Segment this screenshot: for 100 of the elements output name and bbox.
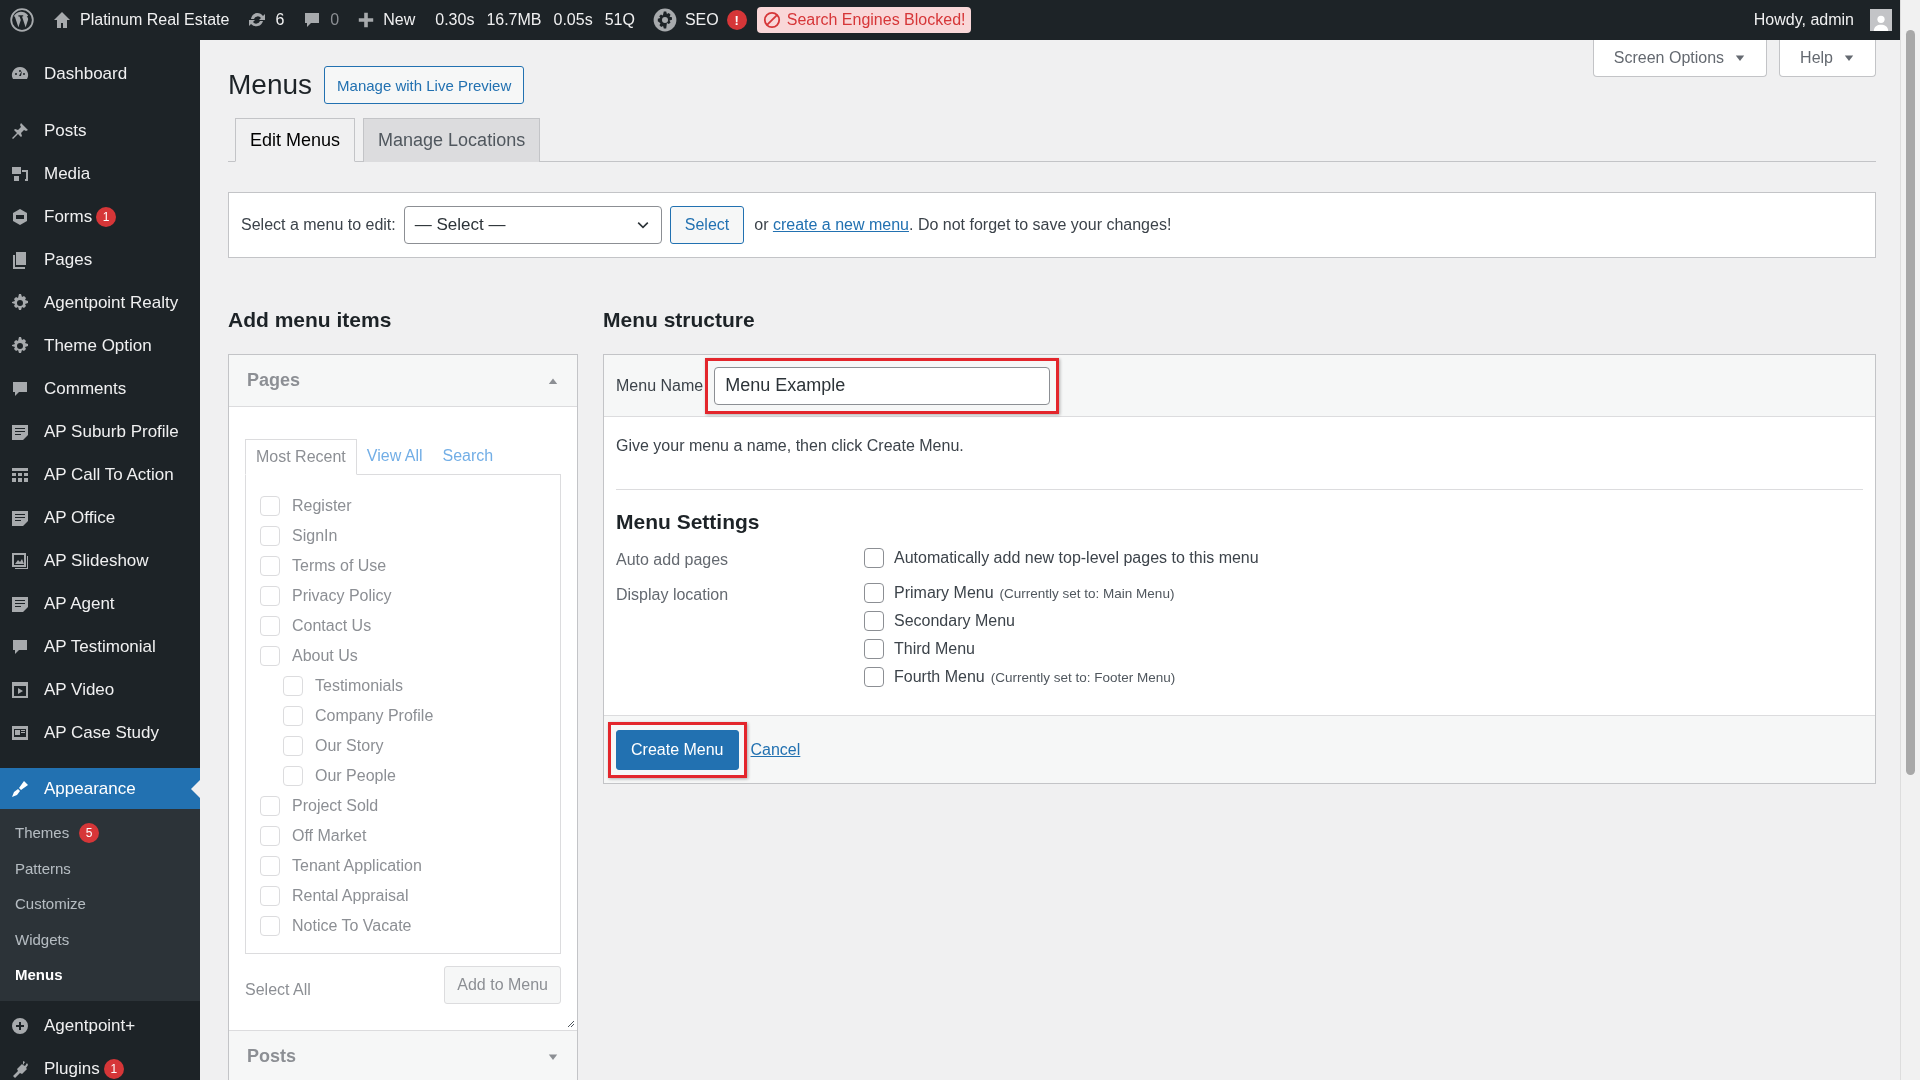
- sidebar-item[interactable]: AP Office: [0, 496, 200, 539]
- sidebar-item[interactable]: AP Agent: [0, 582, 200, 625]
- submenu-item[interactable]: Menus: [0, 957, 200, 993]
- sidebar-item[interactable]: Posts: [0, 109, 200, 152]
- submenu-item[interactable]: Widgets: [0, 921, 200, 957]
- section-heading: Add menu items: [228, 308, 393, 333]
- page-option: Privacy Policy: [292, 587, 392, 605]
- sidebar-item[interactable]: Comments: [0, 367, 200, 410]
- page-option: Rental Appraisal: [292, 887, 409, 905]
- page-option: Tenant Application: [292, 857, 422, 875]
- option-note: (Currently set to: Main Menu): [999, 585, 1175, 601]
- sidebar-item[interactable]: Pages: [0, 238, 200, 281]
- menu-name-field[interactable]: Menu Example: [714, 366, 1051, 405]
- create-menu-link[interactable]: create a new menu: [772, 216, 909, 233]
- sidebar-item[interactable]: Agentpoint Realty: [0, 281, 200, 324]
- page-option: Terms of Use: [292, 557, 387, 575]
- account-link[interactable]: Howdy, admin: [1753, 9, 1892, 31]
- query-stat: 0.05s: [553, 11, 593, 29]
- site-name-link[interactable]: Platinum Real Estate: [52, 10, 230, 30]
- blocked-icon: [762, 11, 781, 29]
- settings-heading: Menu Settings: [616, 510, 761, 534]
- home-icon: [52, 10, 72, 30]
- sidebar-item[interactable]: AP Video: [0, 668, 200, 711]
- plus-icon: [357, 11, 376, 29]
- tab[interactable]: Edit Menus: [235, 118, 356, 162]
- sidebar-item[interactable]: Agentpoint+: [0, 1004, 200, 1048]
- select-button[interactable]: Select: [669, 206, 745, 244]
- count-badge: 1: [96, 206, 117, 227]
- checkbox[interactable]: [864, 639, 884, 659]
- comments-link[interactable]: 0: [302, 10, 340, 30]
- wordpress-logo-icon: [10, 8, 34, 32]
- plus-icon: [10, 1016, 30, 1036]
- gear-icon: [652, 8, 677, 32]
- scrollbar-thumb[interactable]: [1906, 30, 1915, 775]
- sidebar-item[interactable]: AP Testimonial: [0, 625, 200, 668]
- sidebar-item[interactable]: AP Suburb Profile: [0, 410, 200, 453]
- page-title: Menus: [228, 69, 313, 101]
- submenu-item[interactable]: Patterns: [0, 850, 200, 886]
- page-option: Our Story: [315, 737, 384, 755]
- tab[interactable]: Manage Locations: [363, 118, 541, 162]
- sidebar-item[interactable]: Media: [0, 152, 200, 195]
- submenu-item[interactable]: Themes 5: [0, 815, 200, 851]
- screen-tab-button[interactable]: Help: [1779, 40, 1876, 77]
- resize-handle-icon: [565, 1018, 575, 1028]
- sidebar-item[interactable]: Dashboard: [0, 52, 200, 95]
- page-option: Register: [292, 497, 352, 515]
- page-option: Contact Us: [292, 617, 372, 635]
- option-note: (Currently set to: Footer Menu): [990, 669, 1176, 685]
- checkbox[interactable]: [864, 667, 884, 687]
- query-stat: 16.7MB: [486, 11, 542, 29]
- page-option: Company Profile: [315, 707, 434, 725]
- sidebar-item[interactable]: AP Case Study: [0, 711, 200, 754]
- search-engines-blocked-notice[interactable]: Search Engines Blocked!: [756, 7, 972, 33]
- field-label: Menu Name: [616, 376, 704, 395]
- count-badge: 5: [79, 822, 100, 843]
- brush-icon: [10, 778, 30, 799]
- option-label: Primary Menu: [894, 584, 994, 602]
- count-badge: 1: [103, 1059, 124, 1079]
- page-option: Testimonials: [315, 677, 404, 695]
- instructions-text: Give your menu a name, then click Create Menu.: [616, 437, 965, 455]
- page-option: SignIn: [292, 527, 338, 545]
- option-label: Fourth Menu: [894, 668, 985, 686]
- gear-icon: [10, 292, 30, 313]
- screen-tab-button[interactable]: Screen Options: [1592, 40, 1768, 77]
- new-link[interactable]: New: [357, 11, 416, 29]
- setting-label: Auto add pages: [616, 550, 730, 569]
- menu-dropdown[interactable]: — Select —: [403, 206, 662, 244]
- option-label: Secondary Menu: [894, 612, 1015, 630]
- checkbox[interactable]: [864, 583, 884, 603]
- current-item-pointer: [191, 780, 200, 798]
- image-icon: [10, 550, 30, 571]
- sidebar-item[interactable]: Theme Option: [0, 324, 200, 367]
- page-option: Project Sold: [292, 797, 379, 815]
- submenu-item[interactable]: Customize: [0, 886, 200, 922]
- sidebar-item[interactable]: Forms 1: [0, 195, 200, 238]
- page-option: Off Market: [292, 827, 367, 845]
- sidebar-item[interactable]: Appearance: [0, 768, 200, 809]
- sidebar-item[interactable]: AP Slideshow: [0, 539, 200, 582]
- form-icon: [10, 206, 30, 227]
- query-stat: 0.30s: [435, 11, 475, 29]
- create-menu-button[interactable]: Create Menu: [616, 729, 739, 770]
- checkbox[interactable]: [864, 548, 884, 568]
- gear-icon: [10, 335, 30, 356]
- pin-icon: [10, 120, 30, 141]
- section-heading: Menu structure: [603, 308, 756, 333]
- alert-badge: !: [726, 10, 747, 30]
- option-label: Third Menu: [894, 640, 975, 658]
- sidebar-item[interactable]: Plugins 1: [0, 1047, 200, 1080]
- video-icon: [10, 679, 30, 700]
- option-label: Automatically add new top-level pages to this menu: [894, 549, 1259, 567]
- page-option: Notice To Vacate: [292, 917, 412, 935]
- seo-link[interactable]: SEO: [652, 8, 719, 32]
- page-option: About Us: [292, 647, 358, 665]
- cancel-link[interactable]: Cancel: [750, 740, 801, 759]
- sidebar-item[interactable]: AP Call To Action: [0, 453, 200, 496]
- select-hint: or create a new menu. Do not forget to save your changes!: [754, 216, 1172, 234]
- live-preview-button[interactable]: Manage with Live Preview: [324, 66, 525, 104]
- updates-link[interactable]: 6: [247, 10, 285, 30]
- query-stat: 51Q: [604, 11, 635, 29]
- checkbox[interactable]: [864, 611, 884, 631]
